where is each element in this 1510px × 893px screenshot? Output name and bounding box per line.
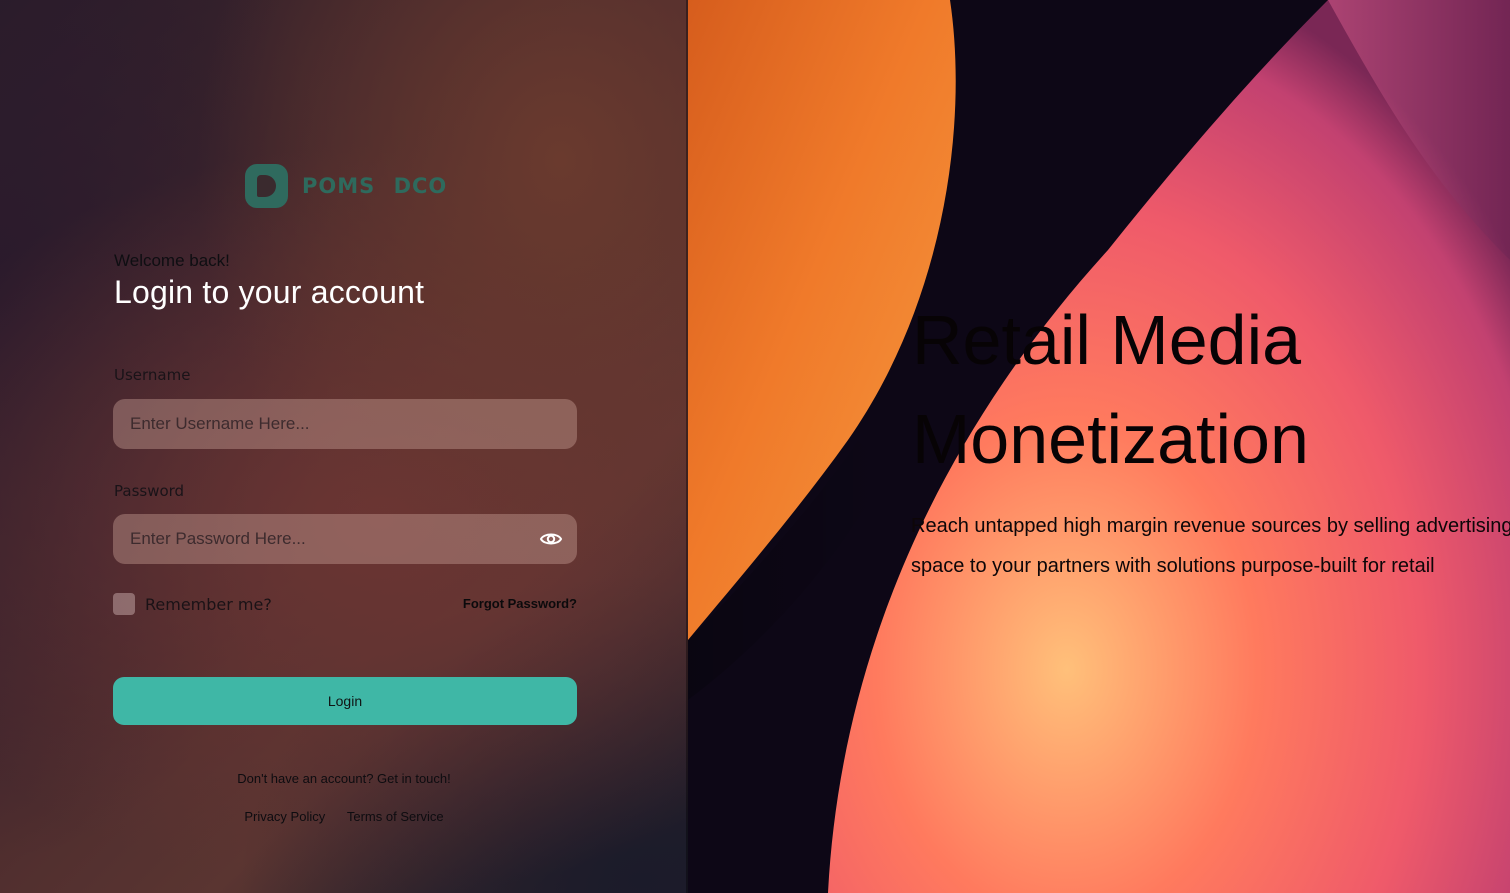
remember-me-row: Remember me? xyxy=(113,593,272,615)
footer-links: Privacy Policy Terms of Service xyxy=(0,809,688,824)
hero-subtitle-line-1: Reach untapped high margin revenue sourc… xyxy=(911,515,1510,537)
remember-me-checkbox[interactable] xyxy=(113,593,135,615)
username-field-container xyxy=(113,399,577,449)
hero-title-line-1: Retail Media xyxy=(912,301,1302,379)
poms-logo-icon xyxy=(245,164,288,208)
hero-subtitle-line-2: space to your partners with solutions pu… xyxy=(911,555,1435,577)
password-input[interactable] xyxy=(128,528,562,550)
password-label: Password xyxy=(114,482,185,500)
brand-name: POMS DCO xyxy=(302,174,448,198)
welcome-text: Welcome back! xyxy=(114,251,230,270)
password-field-container xyxy=(113,514,577,564)
forgot-password-link[interactable]: Forgot Password? xyxy=(463,596,577,611)
remember-me-label[interactable]: Remember me? xyxy=(145,595,272,614)
page-title: Login to your account xyxy=(114,274,425,310)
login-panel: POMS DCO Welcome back! Login to your acc… xyxy=(0,0,688,893)
eye-icon[interactable] xyxy=(539,528,563,550)
brand-logo: POMS DCO xyxy=(245,164,447,208)
hero-subtitle: Reach untapped high margin revenue sourc… xyxy=(911,506,1510,586)
privacy-policy-link[interactable]: Privacy Policy xyxy=(244,809,325,824)
login-button[interactable]: Login xyxy=(113,677,577,725)
username-input[interactable] xyxy=(128,413,562,435)
login-page: POMS DCO Welcome back! Login to your acc… xyxy=(0,0,1510,893)
terms-of-service-link[interactable]: Terms of Service xyxy=(347,809,444,824)
hero-title: Retail Media Monetization xyxy=(912,291,1309,489)
hero-title-line-2: Monetization xyxy=(912,400,1309,478)
signup-note[interactable]: Don't have an account? Get in touch! xyxy=(0,771,688,786)
username-label: Username xyxy=(114,366,191,384)
